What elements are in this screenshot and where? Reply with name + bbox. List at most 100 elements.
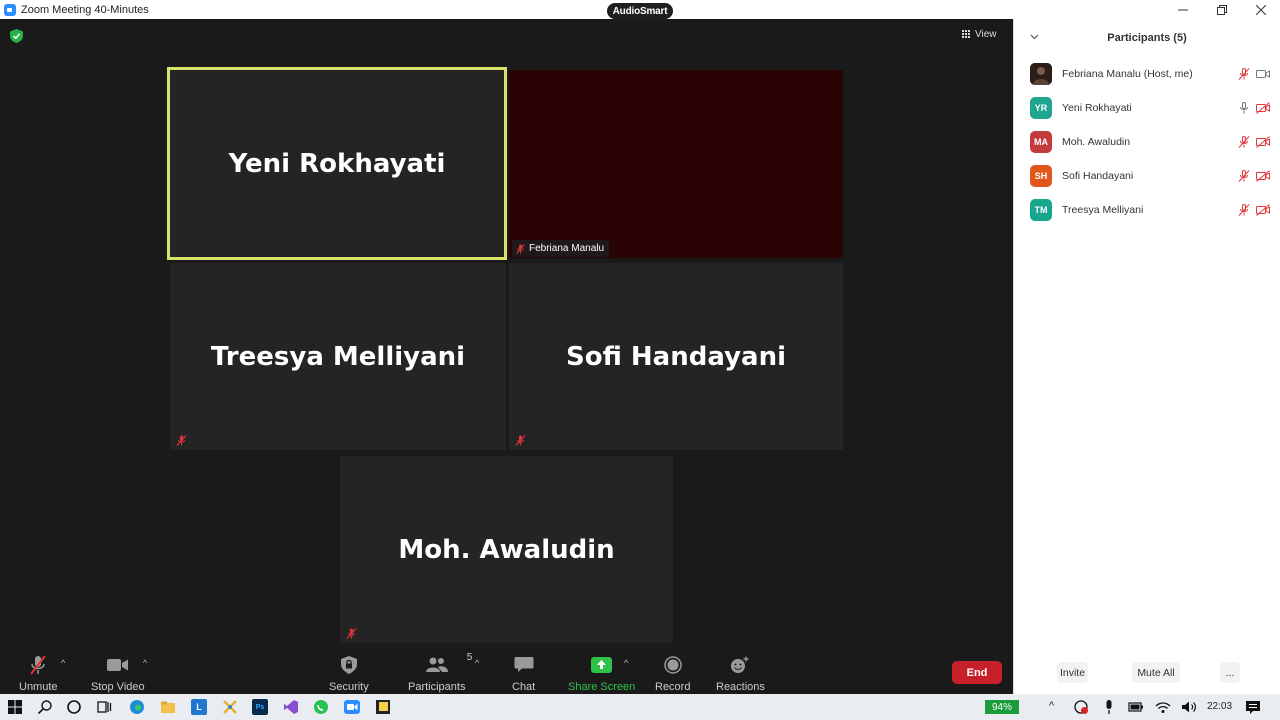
chat-label: Chat <box>512 681 536 693</box>
avatar: YR <box>1030 97 1052 119</box>
record-label: Record <box>655 681 691 693</box>
end-meeting-button[interactable]: End <box>952 661 1002 684</box>
search-icon[interactable] <box>37 699 53 715</box>
avatar: MA <box>1030 131 1052 153</box>
microphone-tray-icon[interactable] <box>1101 699 1117 715</box>
visual-studio-icon[interactable] <box>283 699 299 715</box>
stop-video-button[interactable]: Stop Video <box>91 654 145 693</box>
participants-panel-title: Participants (5) <box>1107 32 1187 44</box>
cortana-icon[interactable] <box>66 699 82 715</box>
participants-options-caret-icon[interactable]: ^ <box>475 658 479 668</box>
security-button[interactable]: Security <box>329 654 369 693</box>
avatar: SH <box>1030 165 1052 187</box>
participants-panel-header: Participants (5) <box>1014 19 1280 57</box>
participant-row[interactable]: SH Sofi Handayani <box>1014 159 1280 193</box>
video-off-icon[interactable] <box>1256 204 1270 216</box>
participants-button[interactable]: 5 Participants <box>408 652 472 693</box>
video-off-icon[interactable] <box>1256 170 1270 182</box>
muted-mic-icon <box>516 243 525 254</box>
encryption-shield-icon[interactable] <box>10 29 23 43</box>
invite-button[interactable]: Invite <box>1057 662 1088 683</box>
zoom-taskbar-icon[interactable] <box>344 699 360 715</box>
window-title: Zoom Meeting 40-Minutes <box>21 3 149 16</box>
muted-mic-icon[interactable] <box>1238 204 1250 216</box>
participant-name: Febriana Manalu (Host, me) <box>1062 68 1193 80</box>
taskbar-clock[interactable]: 22:03 <box>1207 701 1232 712</box>
muted-mic-icon[interactable] <box>1238 170 1250 182</box>
video-off-icon[interactable] <box>1256 102 1270 114</box>
restore-button[interactable] <box>1202 0 1241 19</box>
l-app-icon[interactable]: L <box>191 699 207 715</box>
tile-name-label: Febriana Manalu <box>512 240 610 257</box>
file-explorer-icon[interactable] <box>160 699 176 715</box>
participants-list: Febriana Manalu (Host, me) YR Yeni Rokha… <box>1014 57 1280 227</box>
avatar: TM <box>1030 199 1052 221</box>
view-button[interactable]: View <box>962 25 997 43</box>
stop-video-label: Stop Video <box>91 681 145 693</box>
close-button[interactable] <box>1241 0 1280 19</box>
video-camera-icon[interactable] <box>1256 68 1270 80</box>
windows-start-icon[interactable] <box>7 699 23 715</box>
unmute-label: Unmute <box>19 681 58 693</box>
reactions-smiley-icon <box>731 656 749 673</box>
participant-name: Sofi Handayani <box>1062 170 1134 182</box>
participants-panel: Participants (5) Febriana Manalu (Host, … <box>1013 19 1280 694</box>
video-tile-febriana[interactable]: Febriana Manalu <box>509 70 843 258</box>
notifications-icon[interactable] <box>1245 699 1261 715</box>
muted-mic-icon[interactable] <box>1238 68 1250 80</box>
close-icon <box>1255 4 1266 15</box>
audiosmart-badge[interactable]: AudioSmart <box>607 3 673 19</box>
windows-taskbar: L Ps 94% ^ 22:03 <box>0 694 1280 720</box>
edge-browser-icon[interactable] <box>129 699 145 715</box>
battery-indicator[interactable]: 94% <box>985 700 1019 714</box>
battery-icon[interactable] <box>1128 699 1144 715</box>
view-label: View <box>975 28 997 40</box>
minimize-button[interactable] <box>1163 0 1202 19</box>
reactions-label: Reactions <box>716 681 765 693</box>
mute-all-button[interactable]: Mute All <box>1132 662 1180 683</box>
antivirus-tray-icon[interactable] <box>1073 699 1089 715</box>
audio-options-caret-icon[interactable]: ^ <box>61 658 65 668</box>
reactions-button[interactable]: Reactions <box>716 654 765 693</box>
mic-icon[interactable] <box>1238 102 1250 114</box>
minimize-icon <box>1177 9 1188 10</box>
task-view-icon[interactable] <box>96 699 112 715</box>
avatar <box>1030 63 1052 85</box>
video-camera-icon <box>106 659 128 671</box>
unmute-button[interactable]: Unmute <box>19 654 58 693</box>
muted-mic-icon <box>515 435 526 446</box>
show-hidden-icons-chevron-icon[interactable]: ^ <box>1049 700 1054 712</box>
share-screen-label: Share Screen <box>568 681 636 693</box>
participants-icon <box>425 657 448 672</box>
window-titlebar: Zoom Meeting 40-Minutes AudioSmart <box>0 0 1280 19</box>
participant-name: Treesya Melliyani <box>1062 204 1144 216</box>
photoshop-icon[interactable]: Ps <box>252 699 268 715</box>
muted-mic-icon <box>176 435 187 446</box>
wifi-icon[interactable] <box>1155 699 1171 715</box>
participant-row[interactable]: TM Treesya Melliyani <box>1014 193 1280 227</box>
whatsapp-icon[interactable] <box>313 699 329 715</box>
record-button[interactable]: Record <box>655 654 690 693</box>
participant-row[interactable]: MA Moh. Awaludin <box>1014 125 1280 159</box>
restore-icon <box>1216 4 1227 15</box>
participant-name: Yeni Rokhayati <box>1062 102 1132 114</box>
volume-icon[interactable] <box>1181 699 1197 715</box>
meeting-toolbar: Unmute ^ Stop Video ^ Security 5 Partici… <box>0 650 1013 694</box>
video-tile-sofi[interactable]: Sofi Handayani <box>509 263 843 450</box>
more-options-button[interactable]: ... <box>1220 662 1240 683</box>
video-tile-yeni[interactable]: Yeni Rokhayati <box>167 67 507 260</box>
snipping-app-icon[interactable] <box>222 699 238 715</box>
video-options-caret-icon[interactable]: ^ <box>143 658 147 668</box>
muted-mic-icon[interactable] <box>1238 136 1250 148</box>
video-off-icon[interactable] <box>1256 136 1270 148</box>
tile-name: Yeni Rokhayati <box>228 148 446 179</box>
video-tile-treesya[interactable]: Treesya Melliyani <box>170 263 506 450</box>
participants-panel-footer: Invite Mute All ... <box>1014 660 1280 684</box>
share-options-caret-icon[interactable]: ^ <box>624 658 628 668</box>
participant-row[interactable]: YR Yeni Rokhayati <box>1014 91 1280 125</box>
muted-mic-icon <box>30 655 47 675</box>
chat-button[interactable]: Chat <box>512 654 535 693</box>
participant-row[interactable]: Febriana Manalu (Host, me) <box>1014 57 1280 91</box>
video-tile-moh[interactable]: Moh. Awaludin <box>340 456 673 643</box>
sticky-notes-icon[interactable] <box>375 699 391 715</box>
